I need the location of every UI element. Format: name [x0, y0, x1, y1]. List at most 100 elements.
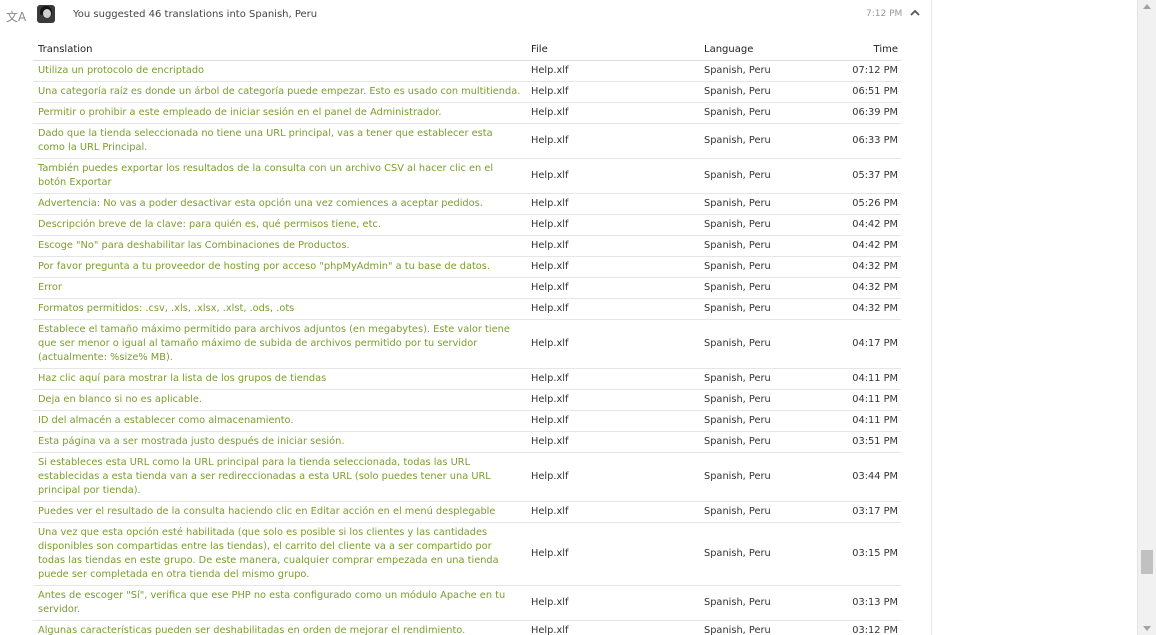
language-cell: Spanish, Peru [699, 235, 817, 257]
time-cell: 04:11 PM [817, 389, 901, 411]
translation-link[interactable]: Puedes ver el resultado de la consulta h… [33, 501, 526, 523]
table-row: Advertencia: No vas a poder desactivar e… [33, 193, 901, 215]
time-cell: 03:51 PM [817, 431, 901, 453]
column-header-language: Language [699, 40, 817, 61]
translation-link[interactable]: Utiliza un protocolo de encriptado [33, 60, 526, 82]
table-row: Esta página va a ser mostrada justo desp… [33, 431, 901, 453]
time-cell: 04:32 PM [817, 298, 901, 320]
file-cell: Help.xlf [526, 123, 699, 159]
activity-panel: 文A You suggested 46 translations into Sp… [0, 0, 932, 635]
time-cell: 04:32 PM [817, 277, 901, 299]
language-cell: Spanish, Peru [699, 158, 817, 194]
translation-link[interactable]: Una categoría raíz es donde un árbol de … [33, 81, 526, 103]
table-row: Dado que la tienda seleccionada no tiene… [33, 123, 901, 159]
time-cell: 03:15 PM [817, 522, 901, 586]
translation-link[interactable]: Establece el tamaño máximo permitido par… [33, 319, 526, 369]
file-cell: Help.xlf [526, 319, 699, 369]
translation-link[interactable]: Advertencia: No vas a poder desactivar e… [33, 193, 526, 215]
language-cell: Spanish, Peru [699, 522, 817, 586]
translation-link[interactable]: Deja en blanco si no es aplicable. [33, 389, 526, 411]
scroll-up-arrow-icon[interactable] [1143, 4, 1151, 9]
time-cell: 04:17 PM [817, 319, 901, 369]
file-cell: Help.xlf [526, 81, 699, 103]
language-cell: Spanish, Peru [699, 277, 817, 299]
table-row: Algunas características pueden ser desha… [33, 620, 901, 635]
table-row: Descripción breve de la clave: para quié… [33, 214, 901, 236]
scroll-down-arrow-icon[interactable] [1143, 626, 1151, 631]
time-cell: 07:12 PM [817, 60, 901, 82]
time-cell: 03:44 PM [817, 452, 901, 502]
file-cell: Help.xlf [526, 389, 699, 411]
translation-link[interactable]: También puedes exportar los resultados d… [33, 158, 526, 194]
file-cell: Help.xlf [526, 235, 699, 257]
language-cell: Spanish, Peru [699, 319, 817, 369]
table-row: Antes de escoger "Sí", verifica que ese … [33, 585, 901, 621]
language-cell: Spanish, Peru [699, 620, 817, 635]
file-cell: Help.xlf [526, 193, 699, 215]
translation-link[interactable]: ID del almacén a establecer como almacen… [33, 410, 526, 432]
translation-link[interactable]: Por favor pregunta a tu proveedor de hos… [33, 256, 526, 278]
time-cell: 04:11 PM [817, 368, 901, 390]
file-cell: Help.xlf [526, 277, 699, 299]
file-cell: Help.xlf [526, 158, 699, 194]
file-cell: Help.xlf [526, 585, 699, 621]
translation-link[interactable]: Formatos permitidos: .csv, .xls, .xlsx, … [33, 298, 526, 320]
time-cell: 05:37 PM [817, 158, 901, 194]
table-row: Por favor pregunta a tu proveedor de hos… [33, 256, 901, 278]
translation-link[interactable]: Antes de escoger "Sí", verifica que ese … [33, 585, 526, 621]
translation-link[interactable]: Error [33, 277, 526, 299]
file-cell: Help.xlf [526, 368, 699, 390]
language-cell: Spanish, Peru [699, 123, 817, 159]
table-row: También puedes exportar los resultados d… [33, 158, 901, 194]
file-cell: Help.xlf [526, 620, 699, 635]
language-cell: Spanish, Peru [699, 389, 817, 411]
chevron-up-icon[interactable] [908, 6, 922, 20]
translation-link[interactable]: Permitir o prohibir a este empleado de i… [33, 102, 526, 124]
language-cell: Spanish, Peru [699, 585, 817, 621]
language-cell: Spanish, Peru [699, 81, 817, 103]
language-cell: Spanish, Peru [699, 410, 817, 432]
time-cell: 06:33 PM [817, 123, 901, 159]
table-row: Establece el tamaño máximo permitido par… [33, 319, 901, 369]
translation-link[interactable]: Si estableces esta URL como la URL princ… [33, 452, 526, 502]
activity-time: 7:12 PM [866, 9, 903, 19]
language-cell: Spanish, Peru [699, 60, 817, 82]
scroll-thumb[interactable] [1141, 550, 1153, 574]
table-row: Si estableces esta URL como la URL princ… [33, 452, 901, 502]
language-cell: Spanish, Peru [699, 368, 817, 390]
table-row: ID del almacén a establecer como almacen… [33, 410, 901, 432]
table-row: Deja en blanco si no es aplicable. Help.x… [33, 389, 901, 411]
activity-header[interactable]: 文A You suggested 46 translations into Sp… [0, 0, 932, 30]
file-cell: Help.xlf [526, 522, 699, 586]
time-cell: 06:51 PM [817, 81, 901, 103]
file-cell: Help.xlf [526, 452, 699, 502]
table-row: Utiliza un protocolo de encriptado Help.x… [33, 60, 901, 82]
language-cell: Spanish, Peru [699, 214, 817, 236]
table-row: Formatos permitidos: .csv, .xls, .xlsx, … [33, 298, 901, 320]
column-header-time: Time [817, 40, 901, 61]
file-cell: Help.xlf [526, 214, 699, 236]
table-row: Una categoría raíz es donde un árbol de … [33, 81, 901, 103]
vertical-scrollbar[interactable] [1137, 0, 1156, 635]
translation-link[interactable]: Esta página va a ser mostrada justo desp… [33, 431, 526, 453]
language-cell: Spanish, Peru [699, 501, 817, 523]
time-cell: 03:17 PM [817, 501, 901, 523]
translation-link[interactable]: Escoge "No" para deshabilitar las Combin… [33, 235, 526, 257]
time-cell: 04:42 PM [817, 214, 901, 236]
file-cell: Help.xlf [526, 102, 699, 124]
language-cell: Spanish, Peru [699, 256, 817, 278]
activity-summary: You suggested 46 translations into Spani… [73, 9, 318, 20]
table-row: Puedes ver el resultado de la consulta h… [33, 501, 901, 523]
table-row: Escoge "No" para deshabilitar las Combin… [33, 235, 901, 257]
table-row: Permitir o prohibir a este empleado de i… [33, 102, 901, 124]
file-cell: Help.xlf [526, 256, 699, 278]
translation-link[interactable]: Descripción breve de la clave: para quié… [33, 214, 526, 236]
time-cell: 04:32 PM [817, 256, 901, 278]
translation-link[interactable]: Algunas características pueden ser desha… [33, 620, 526, 635]
time-cell: 05:26 PM [817, 193, 901, 215]
translations-table: Translation File Language Time Utiliza u… [33, 40, 901, 635]
translation-link[interactable]: Dado que la tienda seleccionada no tiene… [33, 123, 526, 159]
table-header-row: Translation File Language Time [33, 40, 901, 61]
translation-link[interactable]: Haz clic aquí para mostrar la lista de l… [33, 368, 526, 390]
translation-link[interactable]: Una vez que esta opción esté habilitada … [33, 522, 526, 586]
